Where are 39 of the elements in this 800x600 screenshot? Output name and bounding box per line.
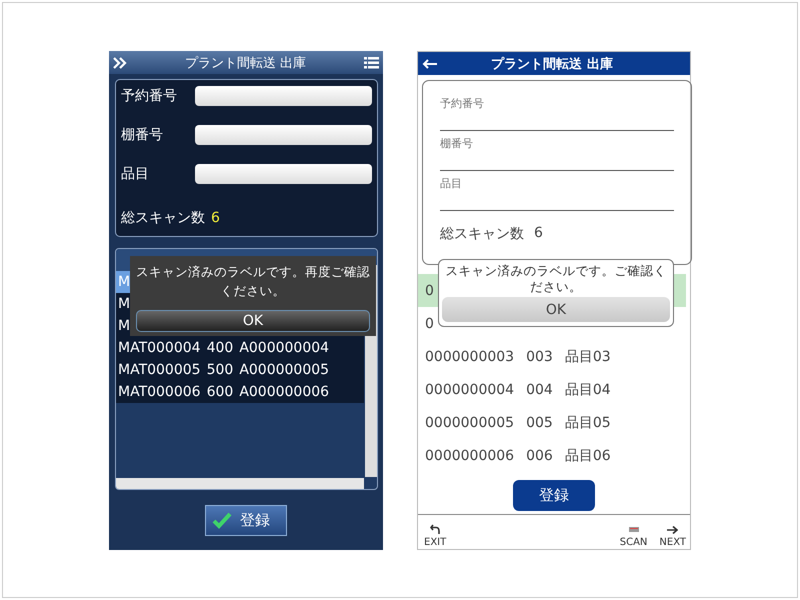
right-arrow-icon (667, 526, 678, 534)
total-scan-label: 総スキャン数 (121, 209, 205, 227)
total-scan-count: 6 (534, 225, 543, 243)
total-scan-count: 6 (211, 210, 220, 226)
list-row[interactable]: 0000000004 004 品目04 (418, 373, 686, 406)
double-chevron-icon[interactable] (113, 56, 127, 68)
input-field[interactable]: 品目 (440, 171, 674, 211)
dialog-message: スキャン済みのラベルです。ご確認ください。 (444, 263, 668, 295)
menu-icon[interactable] (364, 56, 379, 68)
ok-button[interactable]: OK (442, 297, 670, 322)
input-field[interactable] (195, 125, 372, 145)
list-row[interactable]: MAT000004 400 A000000004 (116, 337, 364, 359)
list-row[interactable]: 0000000005 005 品目05 (418, 406, 686, 439)
input-field[interactable] (195, 86, 372, 106)
list-row[interactable]: 0000000006 006 品目06 (418, 439, 686, 472)
ok-button[interactable]: OK (136, 310, 370, 332)
input-field[interactable] (195, 164, 372, 184)
back-arrow-icon[interactable] (422, 58, 438, 68)
total-scan-label: 総スキャン数 (440, 225, 524, 243)
toolbar-button[interactable]: NEXT (659, 526, 686, 548)
checkmark-icon (212, 512, 232, 528)
field-label: 予約番号 (121, 87, 178, 105)
return-arrow-icon (430, 524, 440, 534)
field-label: 品目 (121, 165, 150, 183)
scanner-icon (628, 526, 639, 534)
register-button[interactable]: 登録 (205, 504, 287, 536)
input-field[interactable]: 棚番号 (440, 131, 674, 171)
dialog-message: スキャン済みのラベルです。再度ご確認ください。 (136, 263, 370, 300)
toolbar-button[interactable]: SCAN (620, 526, 648, 548)
screen-title: プラント間転送 出庫 (184, 54, 306, 72)
input-field[interactable]: 予約番号 (440, 91, 674, 131)
register-button[interactable]: 登録 (513, 480, 595, 511)
field-label: 棚番号 (121, 126, 164, 144)
toolbar-button[interactable]: EXIT (424, 524, 446, 548)
horizontal-scrollbar[interactable] (116, 478, 364, 489)
screen-title: プラント間転送 出庫 (490, 56, 614, 72)
list-row[interactable]: 0000000003 003 品目03 (418, 340, 686, 373)
list-row[interactable]: MAT000005 500 A000000005 (116, 359, 364, 381)
list-row[interactable]: MAT000006 600 A000000006 (116, 381, 364, 403)
